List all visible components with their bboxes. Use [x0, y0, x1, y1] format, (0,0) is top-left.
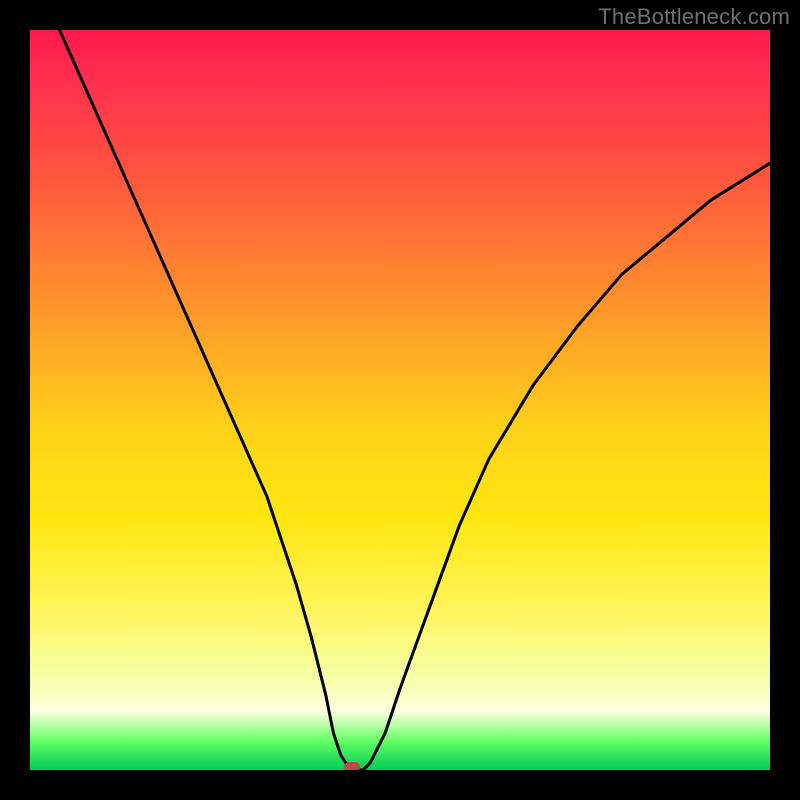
watermark-text: TheBottleneck.com: [598, 4, 790, 30]
bottleneck-curve: [60, 30, 770, 770]
curve-layer: [30, 30, 770, 770]
chart-frame: TheBottleneck.com: [0, 0, 800, 800]
optimal-point-marker: [344, 762, 360, 770]
plot-area: [30, 30, 770, 770]
